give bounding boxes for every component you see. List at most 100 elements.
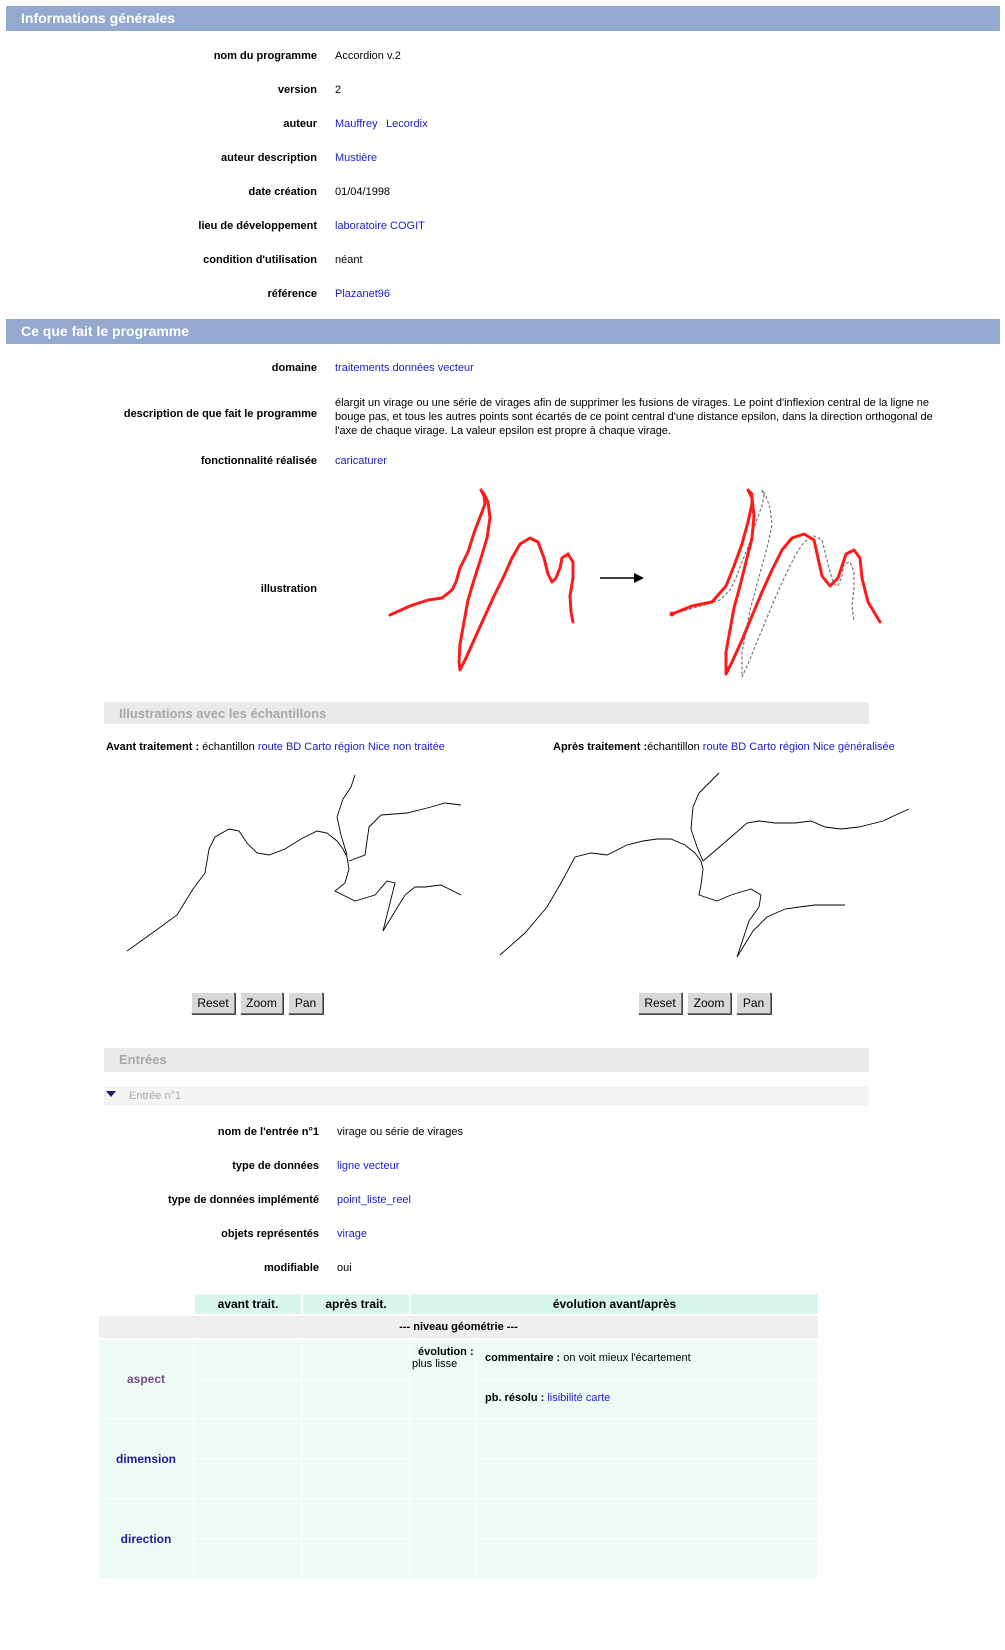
version-label: version bbox=[277, 84, 317, 96]
table-cell bbox=[302, 1380, 410, 1419]
row-label-aspect-text: aspect bbox=[126, 1372, 166, 1386]
table-cell bbox=[194, 1340, 302, 1380]
table-cell bbox=[194, 1380, 302, 1419]
before-zoom-button[interactable]: Zoom bbox=[240, 992, 283, 1014]
after-caption-text: échantillon bbox=[647, 741, 703, 753]
after-map-road-3 bbox=[690, 772, 720, 862]
after-pan-button[interactable]: Pan bbox=[736, 992, 771, 1014]
after-caption: Après traitement :échantillon route BD C… bbox=[553, 741, 895, 753]
before-caption: Avant traitement : échantillon route BD … bbox=[106, 741, 445, 753]
table-cell bbox=[194, 1499, 302, 1539]
illustration-image bbox=[388, 488, 882, 678]
comment-label: commentaire : bbox=[485, 1352, 561, 1364]
table-header-evolution: évolution avant/après bbox=[411, 1294, 818, 1314]
program-name-label: nom du programme bbox=[213, 50, 317, 62]
before-map-road-1 bbox=[126, 828, 462, 952]
evolution-value: plus lisse bbox=[412, 1358, 458, 1370]
after-map-viewer[interactable] bbox=[495, 765, 915, 985]
data-type-link[interactable]: ligne vecteur bbox=[337, 1160, 399, 1172]
before-map-viewer[interactable] bbox=[105, 765, 485, 985]
before-pan-button[interactable]: Pan bbox=[288, 992, 323, 1014]
dev-location-label: lieu de développement bbox=[198, 220, 317, 232]
reference-label: référence bbox=[267, 288, 317, 300]
after-map-road-1 bbox=[499, 838, 845, 958]
dev-location-link[interactable]: laboratoire COGIT bbox=[335, 220, 425, 232]
creation-date-value: 01/04/1998 bbox=[335, 186, 391, 198]
samples-header: Illustrations avec les échantillons bbox=[104, 702, 869, 724]
before-map-road-2 bbox=[348, 802, 462, 862]
domain-link[interactable]: traitements données vecteur bbox=[335, 362, 474, 374]
resolved-link[interactable]: lisibilité carte bbox=[544, 1392, 610, 1404]
after-sample-link[interactable]: route BD Carto région Nice généralisée bbox=[703, 741, 895, 753]
table-cell bbox=[410, 1499, 476, 1579]
represented-objects-label: objets représentés bbox=[221, 1228, 319, 1240]
row-label-direction-text: direction bbox=[120, 1532, 172, 1546]
entry-name-value: virage ou série de virages bbox=[337, 1126, 463, 1138]
after-zoom-button[interactable]: Zoom bbox=[687, 992, 731, 1014]
author-label: auteur bbox=[283, 118, 317, 130]
before-map-road-3 bbox=[336, 774, 356, 856]
modifiable-value: oui bbox=[337, 1262, 352, 1274]
after-caption-label: Après traitement : bbox=[553, 741, 648, 753]
table-cell bbox=[302, 1340, 410, 1380]
table-cell bbox=[302, 1419, 410, 1459]
section-header-program: Ce que fait le programme bbox=[6, 319, 1000, 344]
after-map-road-2 bbox=[702, 808, 910, 862]
table-header-before: avant trait. bbox=[195, 1294, 301, 1314]
usage-condition-label: condition d'utilisation bbox=[203, 254, 317, 266]
before-caption-label: Avant traitement : bbox=[106, 741, 200, 753]
entry-1-title: Entrée n°1 bbox=[129, 1090, 182, 1102]
creation-date-label: date création bbox=[248, 186, 317, 198]
table-header-after: après trait. bbox=[303, 1294, 409, 1314]
table-cell bbox=[302, 1499, 410, 1539]
comment-value: on voit mieux l'écartement bbox=[560, 1352, 691, 1364]
before-sample-link[interactable]: route BD Carto région Nice non traitée bbox=[258, 741, 445, 753]
row-label-direction: direction bbox=[99, 1499, 194, 1579]
resolved-cell: pb. résolu : lisibilité carte bbox=[476, 1380, 818, 1419]
illustration-before-line bbox=[388, 488, 575, 672]
before-reset-button[interactable]: Reset bbox=[191, 992, 235, 1014]
domain-label: domaine bbox=[271, 362, 317, 374]
author-description-link[interactable]: Mustière bbox=[335, 152, 377, 164]
represented-objects-link[interactable]: virage bbox=[337, 1228, 367, 1240]
table-cell bbox=[194, 1419, 302, 1459]
table-cell bbox=[302, 1539, 410, 1579]
usage-condition-value: néant bbox=[335, 254, 363, 266]
author-link-mauffrey[interactable]: Mauffrey bbox=[335, 118, 378, 130]
inputs-header: Entrées bbox=[104, 1048, 869, 1072]
table-cell bbox=[302, 1459, 410, 1499]
description-label: description de que fait le programme bbox=[123, 408, 317, 420]
table-cell bbox=[476, 1419, 818, 1459]
illustration-label: illustration bbox=[260, 583, 317, 595]
comment-cell: commentaire : on voit mieux l'écartement bbox=[476, 1340, 818, 1380]
version-value: 2 bbox=[335, 84, 342, 96]
before-caption-text: échantillon bbox=[199, 741, 258, 753]
implemented-type-link[interactable]: point_liste_reel bbox=[337, 1194, 411, 1206]
description-text: élargit un virage ou une série de virage… bbox=[335, 397, 933, 437]
functionality-label: fonctionnalité réalisée bbox=[200, 455, 317, 467]
group-row-geometry: --- niveau géométrie --- bbox=[99, 1316, 818, 1338]
row-label-dimension: dimension bbox=[99, 1419, 194, 1499]
triangle-down-icon bbox=[106, 1091, 116, 1097]
table-cell bbox=[410, 1419, 476, 1499]
illustration-after-line bbox=[670, 488, 882, 676]
program-name-value: Accordion v.2 bbox=[335, 50, 401, 62]
table-cell bbox=[194, 1539, 302, 1579]
author-link-lecordix[interactable]: Lecordix bbox=[386, 118, 428, 130]
reference-link[interactable]: Plazanet96 bbox=[335, 288, 390, 300]
implemented-type-label: type de données implémenté bbox=[168, 1194, 319, 1206]
author-description-label: auteur description bbox=[221, 152, 317, 164]
entry-name-label: nom de l'entrée n°1 bbox=[217, 1126, 319, 1138]
after-reset-button[interactable]: Reset bbox=[638, 992, 682, 1014]
table-cell bbox=[476, 1459, 818, 1499]
section-header-general: Informations générales bbox=[6, 6, 1000, 31]
resolved-label: pb. résolu : bbox=[485, 1392, 545, 1404]
entry-1-toggle[interactable]: Entrée n°1 bbox=[104, 1086, 869, 1106]
row-label-aspect: aspect bbox=[99, 1340, 194, 1419]
row-label-dimension-text: dimension bbox=[115, 1452, 176, 1466]
evolution-cell: évolution : plus lisse bbox=[410, 1340, 476, 1419]
table-cell bbox=[476, 1499, 818, 1539]
table-cell bbox=[194, 1459, 302, 1499]
table-cell bbox=[476, 1539, 818, 1579]
functionality-link[interactable]: caricaturer bbox=[335, 455, 387, 467]
